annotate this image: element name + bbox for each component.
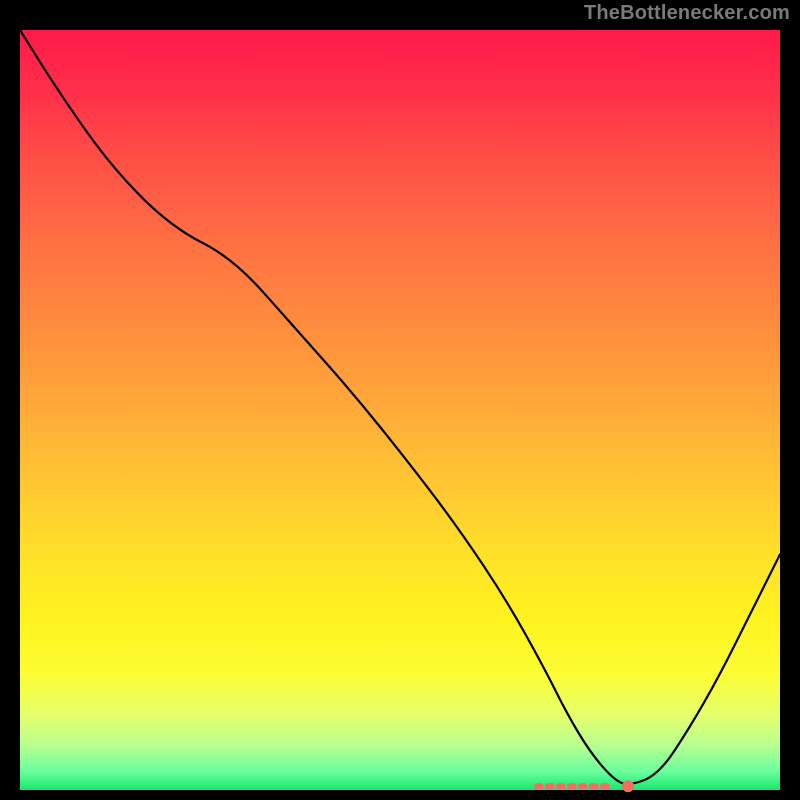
curve-layer — [20, 30, 780, 790]
bottleneck-curve — [20, 30, 780, 784]
attribution-label: TheBottlenecker.com — [584, 2, 790, 25]
minimum-marker — [622, 780, 634, 792]
chart-container: TheBottlenecker.com — [0, 0, 800, 800]
plot-area — [20, 30, 780, 790]
